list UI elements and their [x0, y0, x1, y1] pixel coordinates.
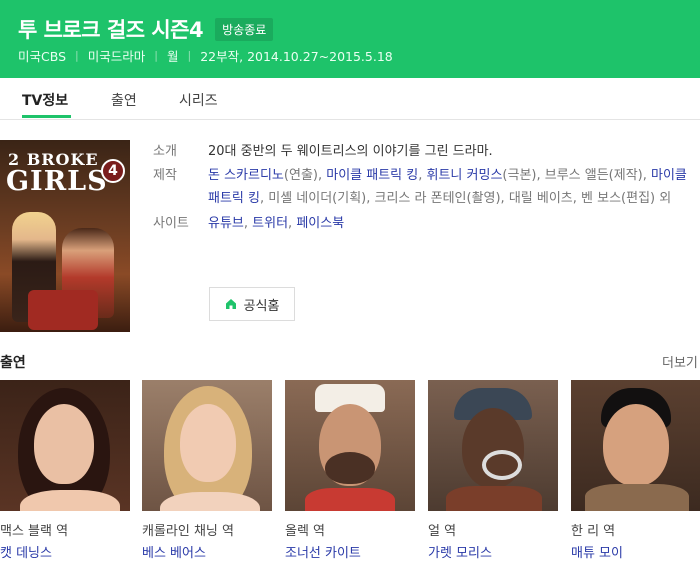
program-title[interactable]: 투 브로크 걸즈 시즌4: [18, 14, 204, 44]
title-row: 투 브로크 걸즈 시즌4 방송종료: [18, 14, 274, 44]
cast-role: 올렉 역: [285, 524, 326, 539]
cast-photo[interactable]: [0, 380, 130, 511]
cast-photo[interactable]: [285, 380, 415, 511]
tab-tv-info[interactable]: TV정보: [22, 90, 68, 110]
tab-series[interactable]: 시리즈: [179, 90, 218, 110]
poster-season-number: 4: [101, 159, 125, 183]
production-label: 제작: [153, 167, 177, 183]
cast-card[interactable]: 캐롤라인 채닝 역 베스 베어스: [142, 380, 272, 561]
tab-bar: TV정보 출연 시리즈: [0, 78, 700, 120]
cast-role: 얼 역: [428, 524, 457, 539]
cast-name[interactable]: 캣 데닝스: [0, 542, 52, 561]
home-icon: [225, 299, 236, 309]
info-row-intro: 소개 20대 중반의 두 웨이트리스의 이야기를 그린 드라마.: [153, 140, 693, 164]
credit-text: (연출),: [283, 167, 327, 183]
info-row-sites: 사이트 유튜브, 트위터, 페이스북: [153, 212, 693, 236]
tab-cast[interactable]: 출연: [111, 90, 137, 110]
meta-divider: |: [75, 49, 79, 62]
intro-text: 20대 중반의 두 웨이트리스의 이야기를 그린 드라마.: [208, 144, 493, 159]
info-row-production: 제작 돈 스카르디노(연출), 마이클 패트릭 킹, 휘트니 커밍스(극본), …: [153, 164, 693, 211]
site-link-facebook[interactable]: 페이스북: [296, 216, 344, 231]
cast-role: 맥스 블랙 역: [0, 524, 69, 539]
site-label: 사이트: [153, 215, 189, 231]
credit-text: ,: [418, 167, 427, 183]
meta-divider: |: [187, 49, 192, 62]
meta-episodes-period: 22부작, 2014.10.27~2015.5.18: [200, 49, 393, 64]
credit-text: (극본), 브루스 앨든(제작),: [502, 167, 652, 183]
site-link-youtube[interactable]: 유튜브: [208, 216, 244, 231]
cast-photo[interactable]: [571, 380, 700, 511]
meta-divider: |: [154, 49, 158, 62]
production-credits: 돈 스카르디노(연출), 마이클 패트릭 킹, 휘트니 커밍스(극본), 브루스…: [208, 164, 693, 211]
credit-text: , 미셸 네이더(기획), 크리스 라 폰테인(촬영), 대릴 베이츠, 벤 보…: [259, 191, 672, 206]
cast-section-title: 출연: [0, 355, 26, 371]
cast-role: 캐롤라인 채닝 역: [142, 524, 234, 539]
cast-card[interactable]: 한 리 역 매튜 모이: [571, 380, 700, 561]
meta-airday: 월: [166, 49, 179, 64]
program-meta: 미국CBS | 미국드라마 | 월 | 22부작, 2014.10.27~201…: [18, 46, 393, 65]
poster-title-line2: GIRLS: [6, 166, 108, 197]
cast-card[interactable]: 얼 역 가렛 모리스: [428, 380, 558, 561]
site-separator: ,: [243, 215, 253, 231]
cast-name[interactable]: 가렛 모리스: [428, 542, 492, 561]
cast-name[interactable]: 베스 베어스: [142, 542, 206, 561]
status-badge: 방송종료: [215, 17, 274, 41]
cast-photo[interactable]: [428, 380, 558, 511]
program-info: 소개 20대 중반의 두 웨이트리스의 이야기를 그린 드라마. 제작 돈 스카…: [153, 140, 693, 235]
cast-card[interactable]: 맥스 블랙 역 캣 데닝스: [0, 380, 130, 561]
cast-photo[interactable]: [142, 380, 272, 511]
site-link-twitter[interactable]: 트위터: [252, 216, 288, 231]
cast-role: 한 리 역: [571, 524, 616, 539]
poster-image[interactable]: 2 BROKE GIRLS 4: [0, 140, 130, 332]
active-tab-indicator: [22, 115, 71, 118]
meta-channel: 미국CBS: [18, 49, 67, 64]
cast-name[interactable]: 매튜 모이: [571, 542, 623, 561]
intro-label: 소개: [153, 144, 177, 159]
meta-genre: 미국드라마: [87, 49, 146, 64]
cast-more-link[interactable]: 더보기: [662, 352, 698, 371]
credit-link[interactable]: 휘트니 커밍스: [427, 168, 503, 183]
credit-link[interactable]: 마이클 패트릭 킹: [326, 168, 418, 183]
program-header: 투 브로크 걸즈 시즌4 방송종료 미국CBS | 미국드라마 | 월 | 22…: [0, 0, 700, 78]
credit-link[interactable]: 돈 스카르디노: [208, 168, 284, 183]
site-links: 유튜브, 트위터, 페이스북: [208, 212, 693, 236]
official-home-button[interactable]: 공식홈: [209, 287, 295, 321]
official-home-label: 공식홈: [243, 298, 280, 314]
poster-stool: [28, 290, 98, 330]
cast-card[interactable]: 올렉 역 조너선 카이트: [285, 380, 415, 561]
cast-name[interactable]: 조너선 카이트: [285, 542, 361, 561]
